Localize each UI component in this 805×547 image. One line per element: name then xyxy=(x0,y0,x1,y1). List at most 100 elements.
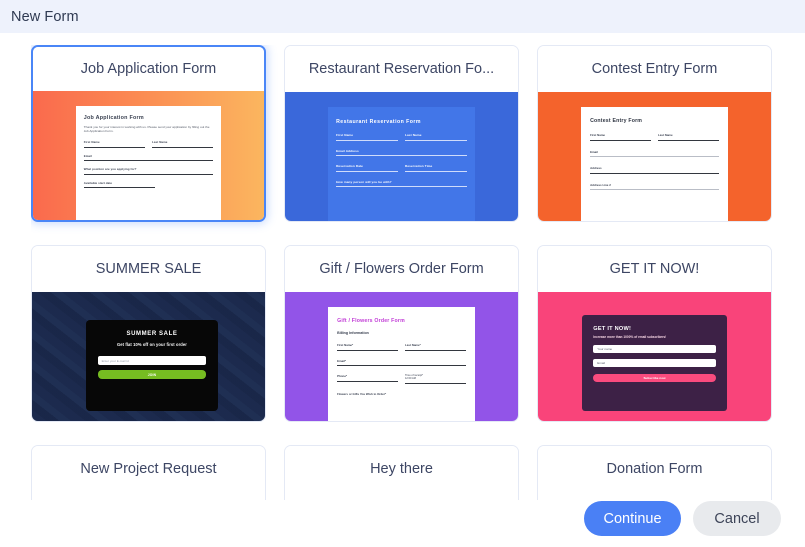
preview-field-row: What position are you applying for? xyxy=(83,167,214,175)
preview-field: First Name xyxy=(336,133,398,141)
preview-field: Reservation Time xyxy=(404,164,467,172)
template-preview-get-it-now: GET IT NOW! Increase more than 1000% of … xyxy=(538,292,771,421)
preview-field-label: Email* xyxy=(337,358,346,363)
template-card-hey-there[interactable]: Hey there xyxy=(284,445,519,500)
preview-field: Phone* xyxy=(337,374,398,384)
dialog-header: New Form xyxy=(0,0,805,33)
preview-subscribe-button: Subscribe now xyxy=(593,374,716,383)
template-card-contest-entry[interactable]: Contest Entry Form Contest Entry Form Fi… xyxy=(537,45,772,222)
preview-field: Flowers or Gifts You Wish to Order* xyxy=(337,392,466,396)
template-preview-new-project-request xyxy=(32,492,265,500)
preview-field: Available start date xyxy=(83,181,155,189)
preview-field-row: Phone* Time of receipt* 12:00 AM xyxy=(337,374,466,384)
preview-field-line xyxy=(83,160,214,162)
template-card-title: Restaurant Reservation Fo... xyxy=(285,46,518,92)
preview-field-line xyxy=(336,170,398,172)
template-card-donation-form[interactable]: Donation Form xyxy=(537,445,772,500)
preview-field: First Name* xyxy=(337,343,398,351)
template-card-title: Donation Form xyxy=(538,446,771,492)
preview-subheading: Increase more than 1000% of email subscr… xyxy=(593,335,667,340)
template-grid[interactable]: Job Application Form Job Application For… xyxy=(31,45,779,500)
template-preview-donation-form xyxy=(538,492,771,500)
preview-field-row: Email xyxy=(590,149,719,157)
preview-paper: Gift / Flowers Order Form Billing Inform… xyxy=(328,307,475,421)
preview-field: Last Name xyxy=(152,140,214,148)
template-card-restaurant-reservation[interactable]: Restaurant Reservation Fo... Restaurant … xyxy=(284,45,519,222)
preview-field-label: Phone* xyxy=(337,374,348,378)
preview-field-label: How many person will you be with? xyxy=(336,179,392,184)
template-card-get-it-now[interactable]: GET IT NOW! GET IT NOW! Increase more th… xyxy=(537,245,772,422)
preview-field-line xyxy=(404,349,466,351)
template-card-title: Hey there xyxy=(285,446,518,492)
preview-field-label: Email xyxy=(590,149,598,154)
preview-subheading: Get flat 10% off on your first order xyxy=(116,342,187,348)
template-card-gift-flowers-order[interactable]: Gift / Flowers Order Form Gift / Flowers… xyxy=(284,245,519,422)
preview-field-line xyxy=(337,365,466,366)
preview-heading: Contest Entry Form xyxy=(590,118,643,124)
preview-field-label: Reservation Time xyxy=(404,164,433,168)
preview-field-row: Address Line 2 xyxy=(590,182,719,190)
preview-paper: Contest Entry Form First Name Last Name xyxy=(581,107,728,221)
preview-heading: Restaurant Reservation Form xyxy=(336,119,421,125)
preview-email-input: Email xyxy=(593,359,716,368)
preview-field: Last Name* xyxy=(404,343,466,351)
preview-field-label: Last Name xyxy=(657,133,673,137)
preview-email-input: Enter your E-mail id xyxy=(97,356,207,366)
preview-field: Address xyxy=(590,166,719,174)
preview-paper: Restaurant Reservation Form First Name L… xyxy=(328,107,475,221)
preview-field-line xyxy=(337,349,398,351)
preview-field: Email* xyxy=(337,358,466,366)
preview-field-row: Address xyxy=(590,166,719,174)
template-card-title: Contest Entry Form xyxy=(538,46,771,92)
preview-heading: Job Application Form xyxy=(83,115,144,121)
preview-field-label: Address Line 2 xyxy=(590,182,611,187)
preview-field-label: Email Address xyxy=(336,148,359,153)
preview-name-input: Your name xyxy=(593,345,716,354)
preview-field: How many person will you be with? xyxy=(336,179,467,187)
preview-field-row: Available start date xyxy=(83,181,214,189)
template-preview-job-application: Job Application Form Thank you for your … xyxy=(33,91,264,220)
preview-heading: GET IT NOW! xyxy=(593,326,632,333)
template-card-new-project-request[interactable]: New Project Request xyxy=(31,445,266,500)
preview-field-line xyxy=(83,187,155,189)
preview-field-line xyxy=(152,146,214,148)
preview-field-row: Flowers or Gifts You Wish to Order* xyxy=(337,392,466,396)
template-preview-hey-there xyxy=(285,492,518,500)
cancel-button[interactable]: Cancel xyxy=(693,501,781,536)
preview-field-row: Email* xyxy=(337,358,466,366)
preview-field-line xyxy=(657,139,719,141)
preview-field-line xyxy=(590,172,719,174)
preview-field-line xyxy=(337,380,398,382)
preview-field: Email xyxy=(590,149,719,157)
preview-heading: Gift / Flowers Order Form xyxy=(337,318,405,324)
preview-field-line xyxy=(404,382,466,384)
preview-paper: Job Application Form Thank you for your … xyxy=(75,106,222,220)
preview-field-label: First Name xyxy=(590,133,606,137)
preview-field-line xyxy=(404,170,467,172)
continue-button[interactable]: Continue xyxy=(584,501,681,536)
page-title: New Form xyxy=(11,8,79,25)
preview-field-row: First Name Last Name xyxy=(83,140,214,148)
template-card-job-application[interactable]: Job Application Form Job Application For… xyxy=(31,45,266,222)
preview-field-label: First Name* xyxy=(337,343,354,347)
new-form-dialog: New Form Job Application Form Job Applic… xyxy=(0,0,805,547)
preview-field: Last Name xyxy=(657,133,719,141)
preview-field-line xyxy=(336,139,398,141)
template-card-title: Job Application Form xyxy=(33,47,264,91)
preview-field-label: Reservation Date xyxy=(336,164,363,168)
template-preview-gift-flowers-order: Gift / Flowers Order Form Billing Inform… xyxy=(285,292,518,421)
preview-field-row: First Name* Last Name* xyxy=(337,343,466,351)
template-preview-contest-entry: Contest Entry Form First Name Last Name xyxy=(538,92,771,221)
preview-field: First Name xyxy=(590,133,651,141)
template-preview-restaurant-reservation: Restaurant Reservation Form First Name L… xyxy=(285,92,518,221)
dialog-footer: Continue Cancel xyxy=(584,501,781,536)
preview-field: Email Address xyxy=(336,148,467,156)
preview-field-row: First Name Last Name xyxy=(336,133,467,141)
preview-field-row: First Name Last Name xyxy=(590,133,719,141)
preview-field: Last Name xyxy=(404,133,467,141)
template-card-summer-sale[interactable]: SUMMER SALE SUMMER SALE Get flat 10% off… xyxy=(31,245,266,422)
preview-field-label: First Name xyxy=(336,133,354,137)
preview-field-row: Reservation Date Reservation Time xyxy=(336,164,467,172)
preview-heading: SUMMER SALE xyxy=(126,331,178,338)
preview-field-row: Email xyxy=(83,154,214,162)
